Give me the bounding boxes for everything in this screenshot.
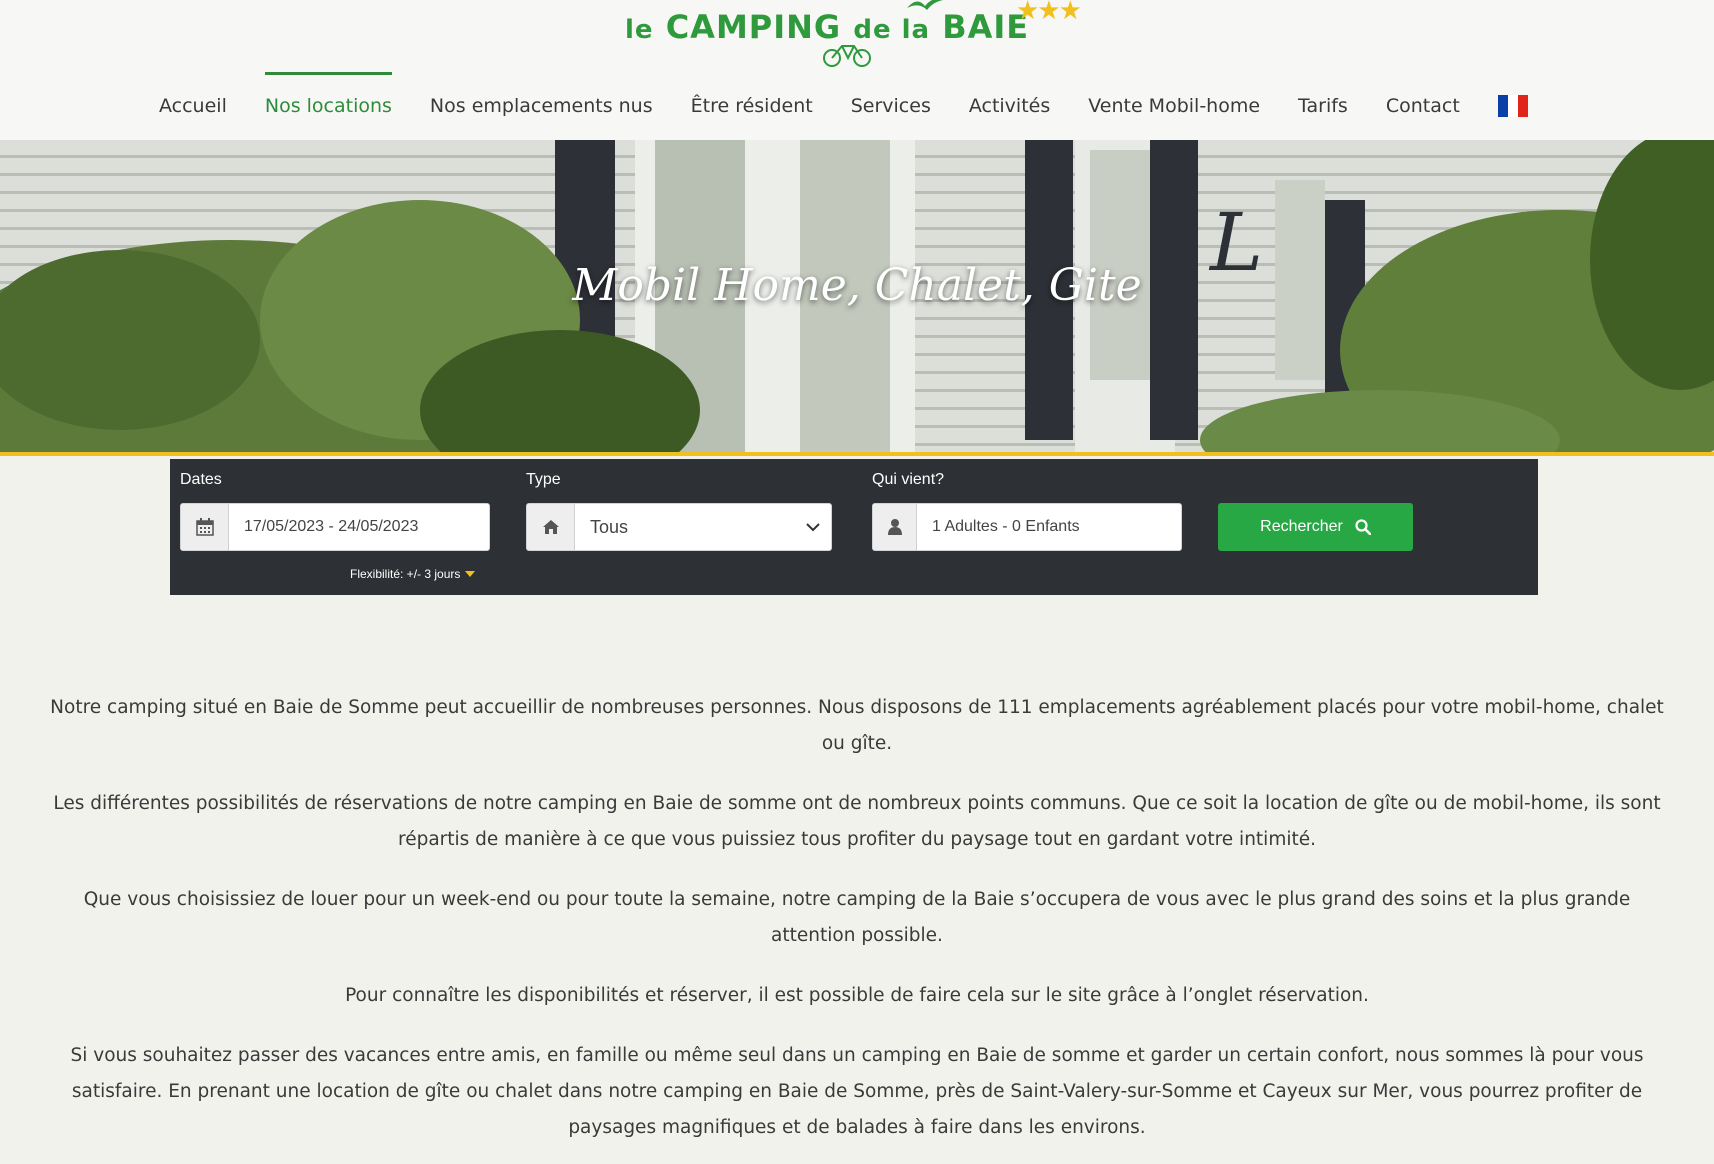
logo-word-camping: CAMPING: [665, 8, 842, 46]
type-value: Tous: [590, 517, 629, 537]
nav-item-nos-emplacements-nus[interactable]: Nos emplacements nus: [411, 72, 672, 140]
nav-item-contact[interactable]: Contact: [1367, 72, 1479, 140]
bicycle-icon: [823, 45, 871, 67]
nav-item-services[interactable]: Services: [832, 72, 950, 140]
flexibility-label: Flexibilité: +/- 3 jours: [350, 567, 461, 581]
booking-search-bar: Dates 17/05/2023 - 24/05/2023 Flexibilit…: [170, 459, 1538, 595]
guests-label: Qui vient?: [872, 471, 945, 488]
dates-field[interactable]: 17/05/2023 - 24/05/2023: [180, 503, 490, 551]
logo-word-le: le: [625, 15, 654, 45]
site-logo[interactable]: le CAMPING de la BAIE ★★★: [620, 0, 1090, 72]
logo-word-de-la: de la: [853, 15, 931, 45]
flag-white: [1507, 95, 1518, 117]
user-icon: [873, 504, 917, 550]
logo-stars: ★★★: [1016, 0, 1082, 26]
search-button[interactable]: Rechercher: [1218, 503, 1413, 551]
paragraph: Pour connaître les disponibilités et rés…: [345, 985, 1369, 1006]
paragraph: Si vous souhaitez passer des vacances en…: [70, 1045, 1644, 1138]
nav-item-etre-resident[interactable]: Être résident: [672, 72, 832, 140]
dates-label: Dates: [180, 471, 222, 488]
caret-down-icon: [465, 571, 476, 577]
hero-divider: [0, 452, 1714, 456]
guests-value: 1 Adultes - 0 Enfants: [932, 518, 1080, 535]
calendar-icon: [181, 504, 229, 550]
paragraph: Les différentes possibilités de réservat…: [53, 793, 1661, 850]
main-navigation: Accueil Nos locations Nos emplacements n…: [140, 72, 1528, 140]
nav-item-activites[interactable]: Activités: [950, 72, 1069, 140]
flag-red: [1517, 95, 1528, 117]
guests-field[interactable]: 1 Adultes - 0 Enfants: [872, 503, 1182, 551]
chevron-down-icon: [795, 504, 831, 550]
flexibility-dropdown[interactable]: Flexibilité: +/- 3 jours: [350, 567, 476, 581]
paragraph: Notre camping situé en Baie de Somme peu…: [50, 697, 1664, 754]
nav-item-accueil[interactable]: Accueil: [140, 72, 246, 140]
hero-banner: L Mobil Home, Chalet, Gite: [0, 140, 1714, 455]
search-button-label: Rechercher: [1260, 518, 1343, 535]
nav-item-tarifs[interactable]: Tarifs: [1279, 72, 1367, 140]
nav-item-vente-mobil-home[interactable]: Vente Mobil-home: [1069, 72, 1279, 140]
site-header: le CAMPING de la BAIE ★★★ Accueil Nos lo…: [0, 0, 1714, 140]
flag-blue: [1497, 95, 1508, 117]
hero-title: Mobil Home, Chalet, Gite: [572, 260, 1142, 311]
home-icon: [527, 504, 575, 550]
fr-flag-icon[interactable]: [1497, 95, 1528, 117]
type-label: Type: [526, 471, 561, 488]
logo-text: le CAMPING de la BAIE: [625, 8, 1029, 46]
paragraph: Que vous choisissiez de louer pour un we…: [83, 889, 1631, 946]
intro-content: Notre camping situé en Baie de Somme peu…: [40, 690, 1674, 1164]
search-icon: [1355, 519, 1371, 535]
dates-value: 17/05/2023 - 24/05/2023: [244, 518, 419, 535]
bird-icon: [907, 0, 943, 10]
type-select[interactable]: Tous: [526, 503, 832, 551]
nav-item-nos-locations[interactable]: Nos locations: [246, 72, 411, 140]
